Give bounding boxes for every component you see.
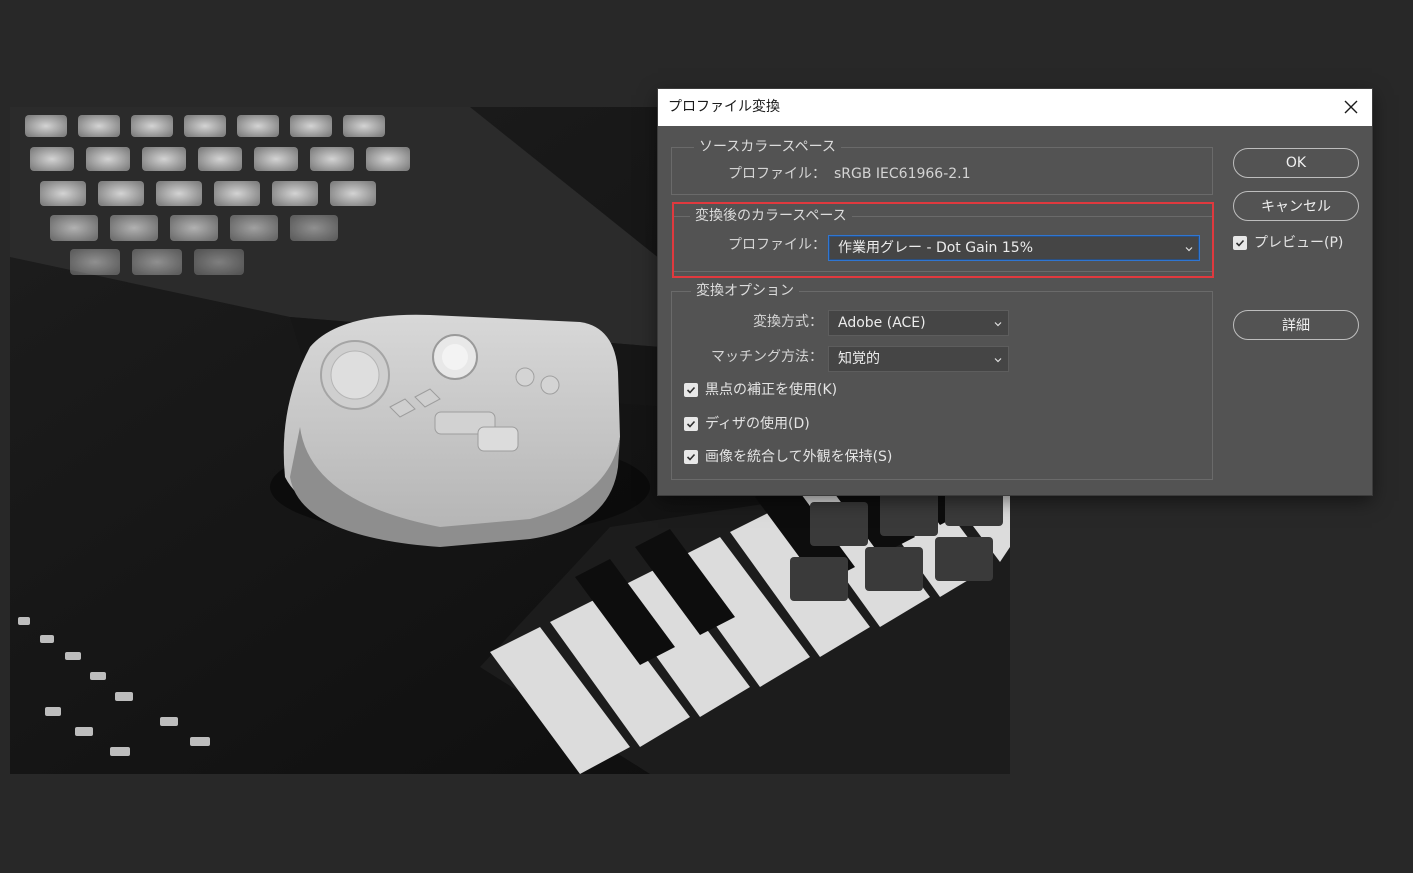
- engine-select[interactable]: Adobe (ACE): [828, 310, 1009, 336]
- engine-label: 変換方式：: [753, 314, 823, 330]
- dither-checkbox[interactable]: ディザの使用(D): [684, 414, 810, 434]
- ok-button[interactable]: OK: [1233, 148, 1359, 178]
- checkbox-checked-icon: [684, 417, 698, 431]
- chevron-down-icon: [994, 358, 1002, 363]
- black-point-checkbox[interactable]: 黒点の補正を使用(K): [684, 380, 837, 400]
- black-point-label: 黒点の補正を使用(K): [705, 382, 838, 398]
- dither-label: ディザの使用(D): [705, 416, 810, 432]
- intent-select[interactable]: 知覚的: [828, 346, 1009, 372]
- destination-profile-value: 作業用グレー - Dot Gain 15%: [838, 240, 1033, 256]
- preview-label: プレビュー(P): [1254, 235, 1344, 251]
- source-profile-value: sRGB IEC61966-2.1: [834, 166, 971, 182]
- dialog-title: プロファイル変換: [668, 99, 780, 115]
- destination-profile-select[interactable]: 作業用グレー - Dot Gain 15%: [828, 235, 1200, 261]
- destination-space-legend: 変換後のカラースペース: [690, 206, 852, 226]
- checkbox-checked-icon: [1233, 236, 1247, 250]
- intent-label: マッチング方法：: [711, 349, 823, 365]
- chevron-down-icon: [1185, 247, 1193, 252]
- checkbox-checked-icon: [684, 450, 698, 464]
- convert-profile-dialog: プロファイル変換 ソースカラースペース プロファイル： sRGB IEC6196…: [658, 89, 1372, 495]
- engine-value: Adobe (ACE): [838, 315, 926, 331]
- advanced-button[interactable]: 詳細: [1233, 310, 1359, 340]
- dialog-titlebar: プロファイル変換: [658, 89, 1372, 126]
- close-icon: [1344, 100, 1358, 114]
- source-space-legend: ソースカラースペース: [694, 137, 841, 157]
- flatten-checkbox[interactable]: 画像を統合して外観を保持(S): [684, 447, 892, 467]
- intent-value: 知覚的: [838, 351, 880, 367]
- chevron-down-icon: [994, 322, 1002, 327]
- flatten-label: 画像を統合して外観を保持(S): [705, 449, 893, 465]
- preview-checkbox[interactable]: プレビュー(P): [1233, 233, 1343, 253]
- close-button[interactable]: [1338, 94, 1364, 120]
- conversion-options-legend: 変換オプション: [691, 281, 799, 301]
- destination-profile-label: プロファイル：: [728, 237, 826, 253]
- checkbox-checked-icon: [684, 383, 698, 397]
- source-profile-label: プロファイル：: [728, 166, 826, 182]
- cancel-button[interactable]: キャンセル: [1233, 191, 1359, 221]
